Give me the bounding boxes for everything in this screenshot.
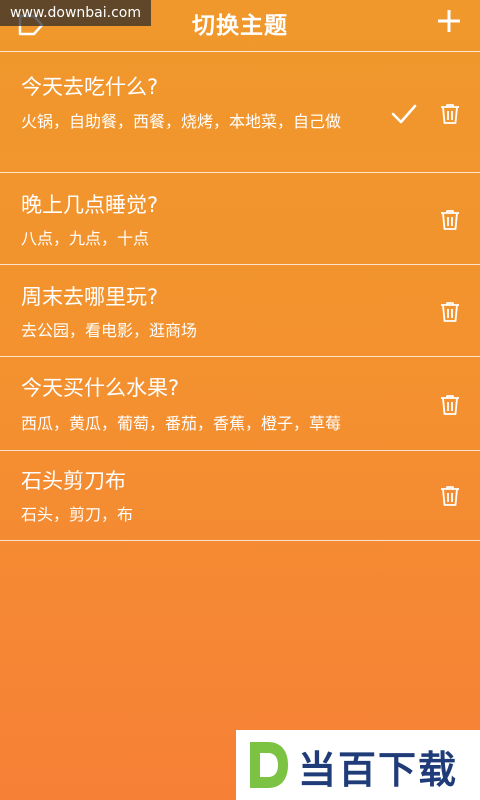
topic-title: 石头剪刀布 bbox=[21, 469, 126, 493]
trash-icon[interactable] bbox=[440, 209, 460, 231]
topic-options: 火锅，自助餐，西餐，烧烤，本地菜，自己做 bbox=[21, 112, 342, 131]
brand-logo-icon bbox=[250, 742, 288, 788]
watermark-url: www.downbai.com bbox=[0, 0, 151, 26]
topic-title: 今天去吃什么? bbox=[21, 75, 159, 99]
trash-icon[interactable] bbox=[440, 103, 460, 125]
topic-row[interactable]: 今天去吃什么? 火锅，自助餐，西餐，烧烤，本地菜，自己做 bbox=[0, 52, 480, 173]
plus-icon bbox=[438, 10, 460, 32]
topic-options: 石头，剪刀，布 bbox=[21, 505, 134, 524]
topic-row[interactable]: 晚上几点睡觉? 八点，九点，十点 bbox=[0, 173, 480, 265]
topic-title: 周末去哪里玩? bbox=[21, 285, 159, 309]
topic-options: 八点，九点，十点 bbox=[21, 229, 150, 248]
topic-options: 西瓜，黄瓜，葡萄，番茄，香蕉，橙子，草莓 bbox=[21, 414, 342, 433]
topic-title: 晚上几点睡觉? bbox=[21, 193, 159, 217]
topic-options: 去公园，看电影，逛商场 bbox=[21, 321, 198, 340]
add-topic-button[interactable] bbox=[436, 8, 462, 34]
trash-icon[interactable] bbox=[440, 394, 460, 416]
trash-icon[interactable] bbox=[440, 485, 460, 507]
check-icon bbox=[391, 104, 417, 124]
topic-list: 今天去吃什么? 火锅，自助餐，西餐，烧烤，本地菜，自己做 晚上几点睡觉? 八点，… bbox=[0, 51, 480, 541]
topic-row[interactable]: 周末去哪里玩? 去公园，看电影，逛商场 bbox=[0, 265, 480, 357]
brand-name: 当百下载 bbox=[298, 748, 459, 792]
topic-row[interactable]: 今天买什么水果? 西瓜，黄瓜，葡萄，番茄，香蕉，橙子，草莓 bbox=[0, 357, 480, 451]
brand-watermark: 当百下载 bbox=[236, 730, 480, 800]
trash-icon[interactable] bbox=[440, 301, 460, 323]
topic-row[interactable]: 石头剪刀布 石头，剪刀，布 bbox=[0, 451, 480, 541]
topic-title: 今天买什么水果? bbox=[21, 376, 180, 400]
